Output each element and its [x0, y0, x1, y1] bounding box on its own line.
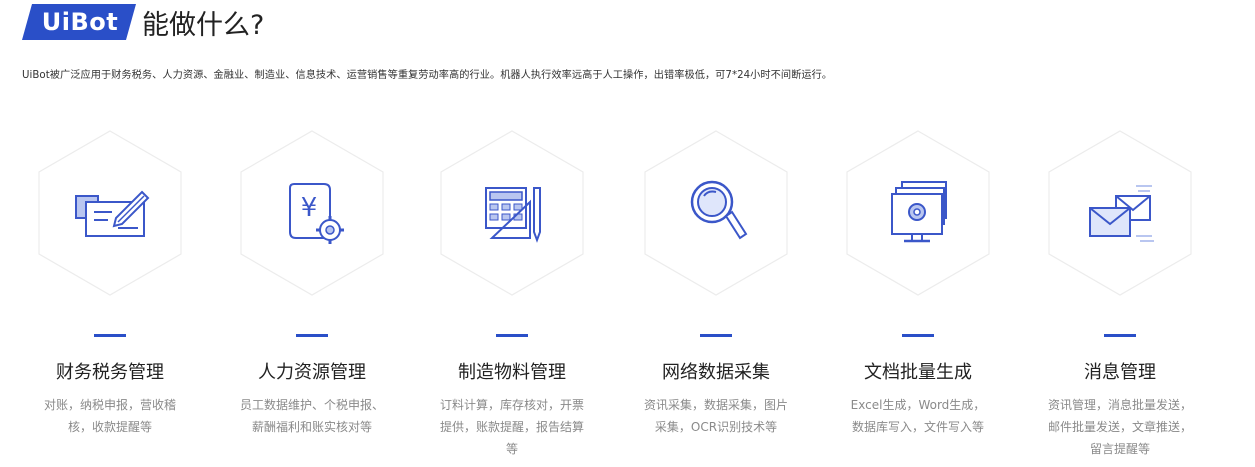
accent-bar [700, 334, 732, 337]
envelopes-icon [1089, 185, 1154, 242]
accent-bar [1104, 334, 1136, 337]
card-description: 资讯采集，数据采集，图片采集，OCR识别技术等 [644, 398, 789, 434]
feature-card-documents[interactable]: 文档批量生成 Excel生成，Word生成，数据库写入，文件写入等 [818, 130, 1018, 467]
feature-card-manufacturing[interactable]: 制造物料管理 订料计算，库存核对，开票提供，账款提醒，报告结算等 [412, 130, 612, 467]
card-description: 对账，纳税申报，营收稽核，收款提醒等 [43, 398, 176, 434]
feature-card-finance[interactable]: 财务税务管理 对账，纳税申报，营收稽核，收款提醒等 [10, 130, 210, 467]
card-description: 员工数据维护、个税申报、薪酬福利和账实核对等 [240, 398, 385, 434]
accent-bar [902, 334, 934, 337]
card-title: 消息管理 [1084, 362, 1156, 383]
invoice-pen-icon [75, 190, 150, 237]
calculator-ruler-pencil-icon [485, 187, 541, 243]
feature-card-web-data[interactable]: 网络数据采集 资讯采集，数据采集，图片采集，OCR识别技术等 [616, 130, 816, 467]
feature-card-hr[interactable]: ¥ 人力资源管理 员工数据维护、个税申报、薪酬福利和账实核对等 [212, 130, 412, 467]
card-title: 财务税务管理 [56, 362, 164, 383]
magnifier-icon [690, 180, 748, 240]
accent-bar [94, 334, 126, 337]
card-title: 制造物料管理 [458, 362, 566, 383]
yuan-document-gear-icon: ¥ [289, 183, 344, 244]
monitor-gear-icon [891, 181, 947, 243]
accent-bar [296, 334, 328, 337]
card-title: 网络数据采集 [662, 362, 770, 383]
card-title: 人力资源管理 [258, 362, 366, 383]
accent-bar [496, 334, 528, 337]
card-title: 文档批量生成 [864, 362, 972, 383]
feature-card-messages[interactable]: 消息管理 资讯管理，消息批量发送，邮件批量发送，文章推送，留言提醒等 [1020, 130, 1220, 467]
card-description: 资讯管理，消息批量发送，邮件批量发送，文章推送，留言提醒等 [1048, 398, 1193, 456]
svg-text:¥: ¥ [301, 193, 318, 223]
card-description: 订料计算，库存核对，开票提供，账款提醒，报告结算等 [440, 398, 585, 456]
card-description: Excel生成，Word生成，数据库写入，文件写入等 [850, 398, 986, 434]
feature-cards: 财务税务管理 对账，纳税申报，营收稽核，收款提醒等 ¥ 人力资源管理 员工数据维… [0, 0, 1255, 467]
